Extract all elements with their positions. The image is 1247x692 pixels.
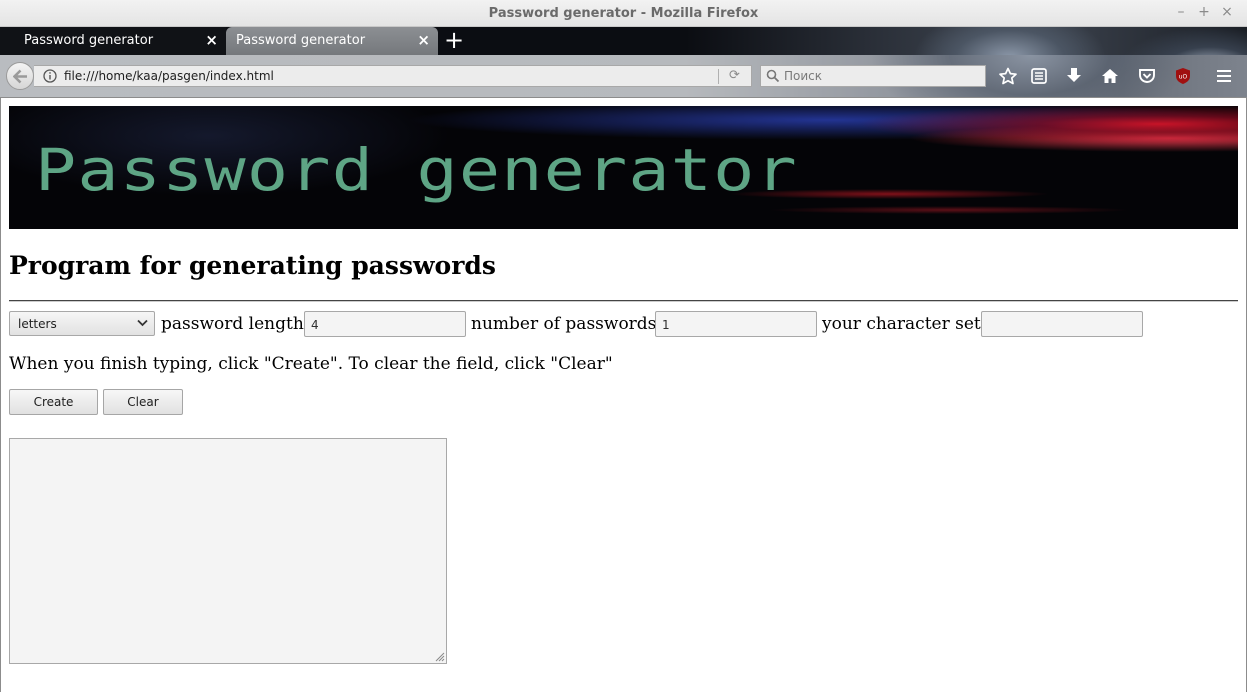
page-title: Program for generating passwords <box>9 251 496 280</box>
new-tab-button[interactable]: + <box>444 27 464 55</box>
search-bar[interactable]: Поиск <box>760 65 986 87</box>
instructions-text: When you finish typing, click "Create". … <box>9 354 613 374</box>
charset-mode-select[interactable]: letters <box>9 311 155 336</box>
number-of-passwords-label: number of passwords: <box>471 314 663 334</box>
window-titlebar: Password generator - Mozilla Firefox – +… <box>0 0 1247 27</box>
url-bar[interactable]: file:///home/kaa/pasgen/index.html ⟳ <box>34 65 752 87</box>
password-length-label: password length: <box>161 314 310 334</box>
password-output-textarea[interactable] <box>9 438 447 664</box>
hamburger-menu-icon[interactable] <box>1214 67 1234 85</box>
create-button[interactable]: Create <box>9 389 98 415</box>
download-icon[interactable] <box>1064 67 1084 85</box>
clear-button[interactable]: Clear <box>103 389 183 415</box>
tab-label: Password generator <box>24 33 154 48</box>
password-length-input[interactable]: 4 <box>304 311 466 337</box>
reload-icon[interactable]: ⟳ <box>729 68 740 83</box>
url-separator <box>718 69 719 84</box>
banner-title: Password generator <box>35 136 798 204</box>
back-button[interactable] <box>6 62 34 90</box>
window-title: Password generator - Mozilla Firefox <box>488 6 759 21</box>
number-of-passwords-input[interactable]: 1 <box>655 311 817 337</box>
info-icon[interactable] <box>43 69 57 83</box>
arrow-left-icon <box>13 69 27 84</box>
tab-close-icon[interactable]: × <box>205 31 218 49</box>
minimize-button[interactable]: – <box>1173 4 1189 20</box>
search-placeholder: Поиск <box>784 69 823 83</box>
url-text: file:///home/kaa/pasgen/index.html <box>64 69 274 83</box>
svg-text:uO: uO <box>1179 74 1188 81</box>
header-banner: Password generator <box>9 106 1238 229</box>
pocket-icon[interactable] <box>1137 67 1157 85</box>
tab-close-icon[interactable]: × <box>417 31 430 49</box>
tab-bar: Password generator × Password generator … <box>0 27 1247 55</box>
close-window-button[interactable]: × <box>1219 4 1235 20</box>
home-icon[interactable] <box>1100 67 1120 85</box>
search-icon <box>766 69 780 83</box>
number-of-passwords-value: 1 <box>662 318 670 332</box>
tab-password-generator-2[interactable]: Password generator × <box>226 27 438 55</box>
tab-label: Password generator <box>236 33 366 48</box>
character-set-label: your character set: <box>822 314 987 334</box>
ublock-origin-icon[interactable]: uO <box>1173 67 1193 85</box>
chevron-down-icon <box>137 319 148 327</box>
tab-password-generator-1[interactable]: Password generator × <box>0 27 226 55</box>
password-length-value: 4 <box>311 318 319 332</box>
bookmark-star-icon[interactable] <box>998 67 1018 85</box>
navigation-bar: file:///home/kaa/pasgen/index.html ⟳ Пои… <box>0 55 1247 98</box>
bookmarks-menu-icon[interactable] <box>1029 67 1049 85</box>
page-content: Password generator Program for generatin… <box>0 98 1247 692</box>
character-set-input[interactable] <box>981 311 1143 337</box>
maximize-button[interactable]: + <box>1196 4 1212 20</box>
select-value: letters <box>18 317 57 331</box>
resize-grip-icon[interactable] <box>433 650 445 662</box>
divider <box>9 300 1238 302</box>
